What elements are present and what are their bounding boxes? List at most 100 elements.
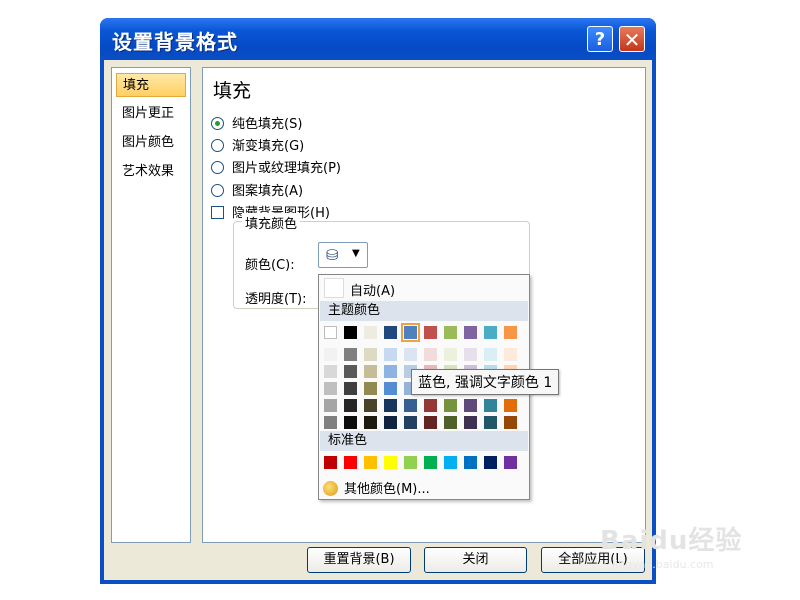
standard-color-swatch[interactable]	[464, 456, 477, 469]
shade-color-swatch[interactable]	[324, 399, 337, 412]
shade-color-swatch[interactable]	[384, 416, 397, 429]
hide-background-checkbox[interactable]	[211, 206, 224, 219]
standard-color-swatch[interactable]	[324, 456, 337, 469]
shade-color-swatch[interactable]	[344, 365, 357, 378]
shade-color-swatch[interactable]	[484, 416, 497, 429]
auto-color-item[interactable]: 自动(A)	[320, 276, 528, 300]
shade-color-swatch[interactable]	[344, 399, 357, 412]
help-icon: ?	[594, 29, 606, 50]
shade-color-swatch[interactable]	[504, 348, 517, 361]
shade-color-swatch[interactable]	[344, 382, 357, 395]
nav-item-fill[interactable]: 填充	[116, 73, 186, 97]
palette-icon	[323, 481, 338, 496]
chevron-down-icon: ▼	[352, 248, 360, 259]
transparency-label: 透明度(T):	[245, 292, 307, 307]
shade-color-swatch[interactable]	[404, 348, 417, 361]
theme-color-swatch[interactable]	[384, 326, 397, 339]
shade-color-swatch[interactable]	[324, 348, 337, 361]
solid-fill-option[interactable]: 纯色填充(S)	[211, 116, 302, 134]
standard-color-swatch[interactable]	[424, 456, 437, 469]
standard-colors-header: 标准色	[320, 431, 528, 451]
shade-color-swatch[interactable]	[504, 416, 517, 429]
more-colors-label: 其他颜色(M)...	[344, 482, 430, 497]
theme-color-swatch[interactable]	[324, 326, 337, 339]
theme-color-swatch[interactable]	[344, 326, 357, 339]
shade-color-swatch[interactable]	[364, 382, 377, 395]
standard-color-swatch[interactable]	[404, 456, 417, 469]
shade-color-swatch[interactable]	[464, 348, 477, 361]
shade-color-swatch[interactable]	[384, 348, 397, 361]
shade-color-swatch[interactable]	[324, 416, 337, 429]
theme-color-swatch[interactable]	[424, 326, 437, 339]
theme-color-swatch[interactable]	[444, 326, 457, 339]
shade-color-swatch[interactable]	[364, 399, 377, 412]
shade-color-swatch[interactable]	[424, 416, 437, 429]
shade-color-swatch[interactable]	[384, 399, 397, 412]
shade-color-swatch[interactable]	[424, 348, 437, 361]
shade-color-swatch[interactable]	[364, 365, 377, 378]
shade-color-swatch[interactable]	[444, 399, 457, 412]
panel-heading: 填充	[213, 80, 252, 102]
gradient-fill-label: 渐变填充(G)	[232, 139, 305, 154]
shade-color-swatch[interactable]	[324, 382, 337, 395]
title-bar[interactable]: 设置背景格式 ? ✕	[100, 18, 656, 60]
close-window-button[interactable]: ✕	[619, 26, 645, 52]
nav-item-picture-color[interactable]: 图片颜色	[116, 131, 186, 155]
pattern-fill-label: 图案填充(A)	[232, 184, 304, 199]
close-button[interactable]: 关闭	[424, 547, 527, 573]
standard-color-swatch[interactable]	[364, 456, 377, 469]
watermark-url: jingyan.baidu.com	[612, 558, 714, 571]
shade-color-swatch[interactable]	[484, 399, 497, 412]
nav-item-artistic-effects[interactable]: 艺术效果	[116, 160, 186, 184]
pattern-fill-option[interactable]: 图案填充(A)	[211, 183, 303, 201]
theme-color-swatch[interactable]	[484, 326, 497, 339]
theme-color-swatch[interactable]	[401, 323, 420, 342]
standard-color-swatch[interactable]	[484, 456, 497, 469]
watermark-logo: Baidu经验	[600, 526, 743, 556]
theme-color-swatch[interactable]	[504, 326, 517, 339]
fill-color-group-title: 填充颜色	[242, 213, 301, 232]
picture-fill-option[interactable]: 图片或纹理填充(P)	[211, 160, 341, 178]
solid-fill-label: 纯色填充(S)	[232, 117, 303, 132]
shade-color-swatch[interactable]	[484, 348, 497, 361]
color-dropdown-button[interactable]: ⛁ ▼	[318, 242, 368, 268]
color-label: 颜色(C):	[245, 258, 295, 273]
standard-color-swatch[interactable]	[384, 456, 397, 469]
shade-color-swatch[interactable]	[424, 399, 437, 412]
shade-color-swatch[interactable]	[384, 382, 397, 395]
gradient-fill-radio[interactable]	[211, 139, 224, 152]
picture-fill-radio[interactable]	[211, 161, 224, 174]
shade-color-swatch[interactable]	[324, 365, 337, 378]
solid-fill-radio[interactable]	[211, 117, 224, 130]
shade-color-swatch[interactable]	[344, 416, 357, 429]
help-button[interactable]: ?	[587, 26, 613, 52]
reset-background-button[interactable]: 重置背景(B)	[307, 547, 411, 573]
shade-color-swatch[interactable]	[504, 399, 517, 412]
color-tooltip: 蓝色, 强调文字颜色 1	[411, 369, 560, 395]
close-icon: ✕	[623, 28, 641, 52]
shade-color-swatch[interactable]	[404, 416, 417, 429]
shade-color-swatch[interactable]	[444, 348, 457, 361]
shade-color-swatch[interactable]	[384, 365, 397, 378]
shade-color-swatch[interactable]	[444, 416, 457, 429]
shade-color-swatch[interactable]	[364, 416, 377, 429]
shade-color-swatch[interactable]	[464, 399, 477, 412]
paint-bucket-icon: ⛁	[326, 246, 339, 264]
theme-color-swatch[interactable]	[464, 326, 477, 339]
auto-color-label: 自动(A)	[350, 284, 396, 299]
shade-color-swatch[interactable]	[404, 399, 417, 412]
standard-color-swatch[interactable]	[504, 456, 517, 469]
pattern-fill-radio[interactable]	[211, 184, 224, 197]
auto-color-swatch	[324, 278, 344, 298]
shade-color-swatch[interactable]	[344, 348, 357, 361]
standard-color-swatch[interactable]	[344, 456, 357, 469]
more-colors-item[interactable]: 其他颜色(M)...	[323, 478, 430, 497]
standard-color-swatch[interactable]	[444, 456, 457, 469]
shade-color-swatch[interactable]	[464, 416, 477, 429]
theme-color-swatch[interactable]	[364, 326, 377, 339]
dialog-title: 设置背景格式	[112, 30, 238, 54]
theme-colors-header: 主题颜色	[320, 301, 528, 321]
gradient-fill-option[interactable]: 渐变填充(G)	[211, 138, 304, 156]
shade-color-swatch[interactable]	[364, 348, 377, 361]
nav-item-picture-corrections[interactable]: 图片更正	[116, 102, 186, 126]
